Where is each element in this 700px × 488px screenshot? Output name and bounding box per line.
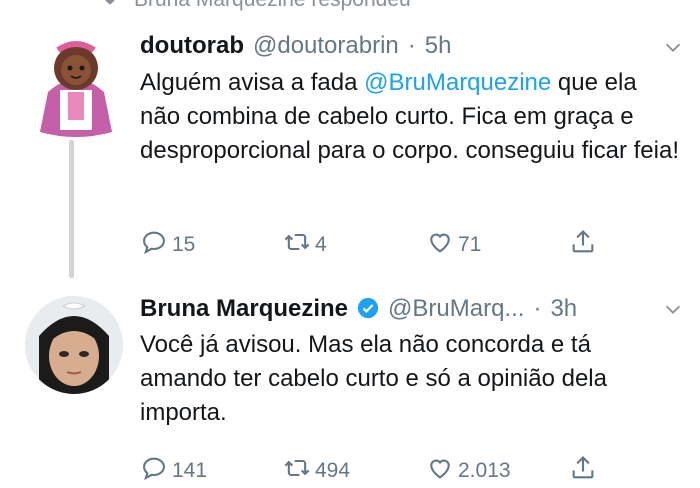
avatar[interactable] (34, 32, 118, 137)
separator: · (407, 32, 416, 59)
reply-count: 141 (172, 459, 208, 482)
tweet[interactable]: Bruna Marquezine @BruMarq... · 3h Você j… (0, 284, 700, 482)
tweet-text: Você já avisou. Mas ela não concorda e t… (140, 331, 607, 426)
heart-outline-icon (426, 454, 454, 488)
retweet-icon (283, 454, 311, 488)
retweet-icon (283, 228, 311, 262)
timestamp[interactable]: 3h (550, 295, 577, 323)
share-button[interactable] (569, 228, 700, 262)
like-button[interactable]: 71 (426, 228, 569, 262)
retweet-count: 4 (315, 233, 327, 256)
avatar[interactable] (25, 296, 123, 394)
timestamp[interactable]: 5h (425, 32, 452, 60)
author-name[interactable]: Bruna Marquezine (140, 295, 348, 323)
like-count: 2.013 (458, 459, 511, 482)
reply-button[interactable]: 15 (140, 228, 283, 262)
retweet-button[interactable]: 494 (283, 454, 426, 488)
reply-button[interactable]: 141 (140, 454, 283, 488)
chevron-down-icon[interactable] (662, 298, 684, 320)
reply-count: 15 (172, 233, 196, 256)
thread-line (69, 140, 74, 278)
tweet-header: doutorab @doutorabrin · 5h (140, 32, 451, 60)
tweet[interactable]: doutorab @doutorabrin · 5h Alguém avisa … (0, 22, 700, 290)
share-button[interactable] (569, 454, 700, 488)
mention-link[interactable]: @BruMarquezine (364, 69, 551, 96)
retweet-count: 494 (315, 459, 351, 482)
reply-context-text: Bruna Marquezine respondeu (134, 0, 411, 12)
author-handle[interactable]: @BruMarq... (388, 295, 524, 323)
retweet-button[interactable]: 4 (283, 228, 426, 262)
heart-icon (100, 0, 120, 13)
author-name[interactable]: doutorab (140, 32, 244, 60)
reply-icon (140, 228, 168, 262)
reply-context: Bruna Marquezine respondeu (100, 0, 411, 12)
reply-icon (140, 454, 168, 488)
share-icon (569, 454, 597, 488)
share-icon (569, 228, 597, 262)
tweet-text: Alguém avisa a fada @BruMarquezine que e… (140, 66, 680, 168)
like-button[interactable]: 2.013 (426, 454, 569, 488)
separator: · (533, 295, 542, 322)
heart-outline-icon (426, 228, 454, 262)
tweet-actions: 15 4 71 (140, 228, 700, 262)
tweet-text-part: Alguém avisa a fada (140, 69, 365, 96)
verified-badge-icon (357, 297, 379, 319)
chevron-down-icon[interactable] (662, 36, 684, 58)
tweet-header: Bruna Marquezine @BruMarq... · 3h (140, 294, 577, 323)
author-handle[interactable]: @doutorabrin (253, 32, 399, 60)
tweet-actions: 141 494 2.013 (140, 454, 700, 488)
like-count: 71 (458, 233, 482, 256)
